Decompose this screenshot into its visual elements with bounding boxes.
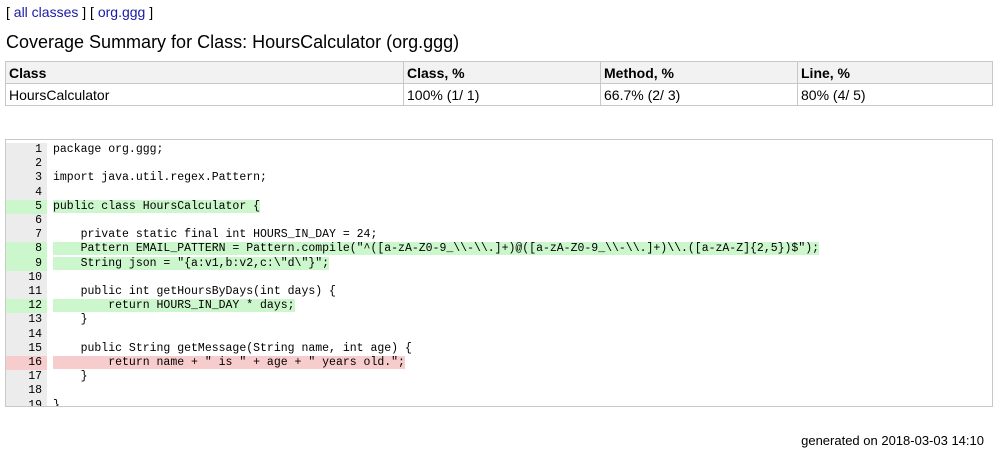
code-cell [47,157,819,171]
line-number: 11 [6,285,47,300]
nav-bracket: [ [6,4,14,20]
code-cell: private static final int HOURS_IN_DAY = … [47,228,819,242]
source-line: 2 [6,157,819,172]
code-cell: public String getMessage(String name, in… [47,342,819,356]
header-class: Class [5,61,404,84]
header-line-pct: Line, % [797,61,993,84]
code-cell [47,384,819,398]
code-text: String json = "{a:v1,b:v2,c:\"d\"}"; [53,256,330,270]
line-number: 4 [6,185,47,200]
source-line: 12 return HOURS_IN_DAY * days; [6,299,819,314]
code-cell: } [47,370,819,384]
source-line: 11 public int getHoursByDays(int days) { [6,285,819,300]
code-cell: return name + " is " + age + " years old… [47,356,819,370]
source-line: 9 String json = "{a:v1,b:v2,c:\"d\"}"; [6,256,819,271]
code-cell: package org.ggg; [47,143,819,157]
source-line: 19} [6,398,819,407]
source-line: 16 return name + " is " + age + " years … [6,356,819,371]
line-number: 14 [6,327,47,342]
line-number: 5 [6,199,47,215]
all-classes-link[interactable]: all classes [14,4,79,20]
line-number: 19 [6,398,47,406]
code-cell: } [47,398,819,407]
line-number: 18 [6,384,47,399]
line-number: 6 [6,214,47,229]
source-line: 17 } [6,370,819,385]
source-line: 4 [6,185,819,200]
source-line: 1 package org.ggg; [6,143,819,158]
code-text: Pattern EMAIL_PATTERN = Pattern.compile(… [53,242,820,256]
page-title: Coverage Summary for Class: HoursCalcula… [6,32,460,52]
code-text: import java.util.regex.Pattern; [53,171,267,185]
code-text: } [53,370,88,384]
line-number: 3 [6,171,47,186]
code-cell: public class HoursCalculator { [47,199,819,214]
breadcrumb: [ all classes ] [ org.ggg ] [6,4,153,20]
code-text: package org.ggg; [53,143,164,156]
source-code-panel: 1 package org.ggg; 2 3 import java.util.rege… [5,139,993,407]
code-cell [47,186,819,200]
code-cell: return HOURS_IN_DAY * days; [47,299,819,313]
header-class-pct: Class, % [403,61,601,84]
code-text: } [53,398,60,407]
line-number: 17 [6,370,47,385]
code-cell: String json = "{a:v1,b:v2,c:\"d\"}"; [47,256,819,271]
class-pct-cell: 100% (1/ 1) [403,83,601,106]
code-text: } [53,313,88,327]
code-cell: Pattern EMAIL_PATTERN = Pattern.compile(… [47,242,820,256]
method-pct-cell: 66.7% (2/ 3) [600,83,798,106]
source-line: 14 [6,327,819,342]
coverage-summary-table: Class Class, % Method, % Line, % HoursCa… [5,61,993,106]
source-code-table: 1 package org.ggg; 2 3 import java.util.rege… [6,143,820,407]
code-cell: import java.util.regex.Pattern; [47,171,819,185]
code-text: return name + " is " + age + " years old… [53,356,405,370]
source-line: 7 private static final int HOURS_IN_DAY … [6,228,819,243]
line-pct-cell: 80% (4/ 5) [797,83,993,106]
package-link[interactable]: org.ggg [98,4,145,20]
code-cell [47,271,819,285]
code-cell: public int getHoursByDays(int days) { [47,285,819,299]
line-number: 12 [6,299,47,314]
line-number: 1 [6,143,47,158]
summary-header-row: Class Class, % Method, % Line, % [5,61,993,84]
code-text: private static final int HOURS_IN_DAY = … [53,228,378,242]
code-text: public String getMessage(String name, in… [53,341,412,355]
source-line: 3 import java.util.regex.Pattern; [6,171,819,186]
line-number: 2 [6,157,47,172]
line-number: 7 [6,228,47,243]
class-name-cell: HoursCalculator [5,83,404,106]
nav-bracket: ] [ [78,4,98,20]
source-line: 8 Pattern EMAIL_PATTERN = Pattern.compil… [6,242,820,257]
header-method-pct: Method, % [600,61,798,84]
generated-timestamp: generated on 2018-03-03 14:10 [801,433,984,448]
line-number: 15 [6,341,47,357]
code-text: public int getHoursByDays(int days) { [53,285,336,299]
code-cell [47,328,819,342]
line-number: 16 [6,356,47,371]
source-line: 10 [6,270,819,286]
source-line: 18 [6,384,819,399]
line-number: 9 [6,256,47,271]
code-cell [47,214,819,228]
code-text: public class HoursCalculator { [53,199,261,213]
line-number: 10 [6,270,47,286]
line-number: 13 [6,313,47,328]
source-line: 15 public String getMessage(String name,… [6,341,819,357]
source-line: 5 public class HoursCalculator { [6,199,819,215]
nav-bracket: ] [145,4,154,20]
line-number: 8 [6,242,47,257]
source-line: 13 } [6,313,819,328]
table-row: HoursCalculator 100% (1/ 1) 66.7% (2/ 3)… [5,83,993,106]
code-text: return HOURS_IN_DAY * days; [53,299,295,313]
code-cell: } [47,313,819,327]
source-line: 6 [6,214,819,229]
